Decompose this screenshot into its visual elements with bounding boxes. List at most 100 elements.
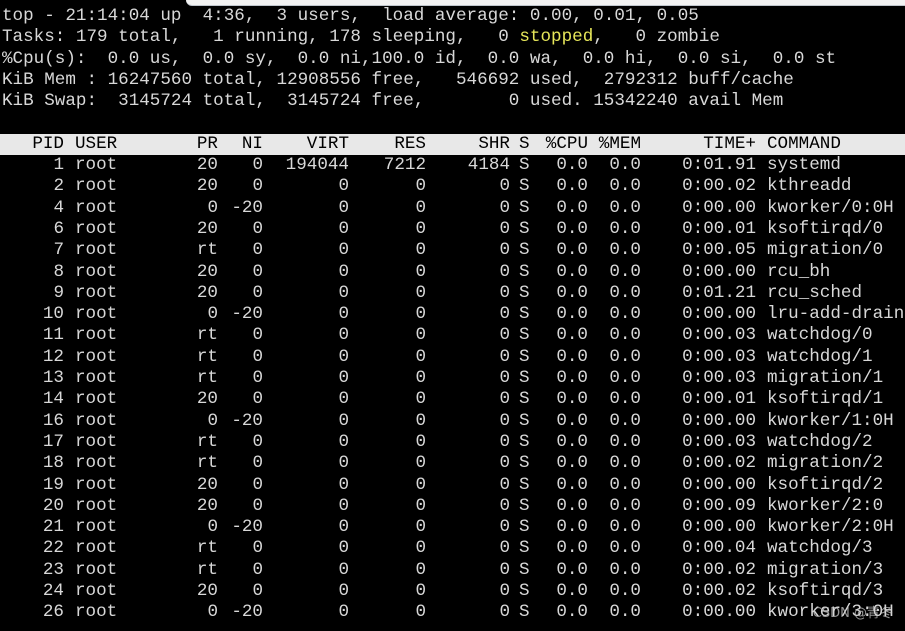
cell-pid: 1 xyxy=(53,155,64,176)
cell-mem: 0.0 xyxy=(609,495,641,516)
cell-time: 0:00.00 xyxy=(682,474,756,495)
cell-cpu: 0.0 xyxy=(556,474,588,495)
table-row: 26 root 0 -20 0 0 0 S 0.0 0.0 0:00.00 kworker/3:0H xyxy=(2,602,905,623)
cell-pid: 7 xyxy=(53,240,64,261)
cell-pr: 0 xyxy=(207,602,218,623)
table-row: 2 root 20 0 0 0 0 S 0.0 0.0 0:00.02 kthreadd xyxy=(2,176,905,197)
cell-pid: 24 xyxy=(42,581,64,602)
cell-ni: 0 xyxy=(252,346,263,367)
cell-cpu: 0.0 xyxy=(556,517,588,538)
table-row: 12 root rt 0 0 0 0 S 0.0 0.0 0:00.03 watchdog/1 xyxy=(2,347,905,368)
cell-user: root xyxy=(75,602,118,623)
table-row: 22 root rt 0 0 0 0 S 0.0 0.0 0:00.04 watchdog/3 xyxy=(2,538,905,559)
cell-time: 0:00.03 xyxy=(682,368,756,389)
table-row: 19 root 20 0 0 0 0 S 0.0 0.0 0:00.00 ksoftirqd/2 xyxy=(2,475,905,496)
cell-pr: 20 xyxy=(196,282,218,303)
cell-ni: 0 xyxy=(252,282,263,303)
cell-cpu: 0.0 xyxy=(556,538,588,559)
swap-line: KiB Swap: 3145724 total, 3145724 free, 0… xyxy=(2,91,784,112)
cell-cpu: 0.0 xyxy=(556,453,588,474)
cell-state: S xyxy=(519,346,530,367)
cell-shr: 0 xyxy=(499,240,510,261)
cell-res: 0 xyxy=(415,410,426,431)
cell-ni: 0 xyxy=(252,389,263,410)
cell-user: root xyxy=(75,495,118,516)
cell-shr: 0 xyxy=(499,474,510,495)
col-pr: PR xyxy=(196,133,218,154)
table-row: 18 root rt 0 0 0 0 S 0.0 0.0 0:00.02 migration/2 xyxy=(2,453,905,474)
col-shr: SHR xyxy=(478,133,510,154)
cell-res: 0 xyxy=(415,559,426,580)
cell-user: root xyxy=(75,453,118,474)
cell-cpu: 0.0 xyxy=(556,368,588,389)
cell-pid: 16 xyxy=(42,410,64,431)
cell-ni: 0 xyxy=(252,155,263,176)
cell-time: 0:00.02 xyxy=(682,581,756,602)
cell-time: 0:00.00 xyxy=(682,197,756,218)
tasks-text: Tasks: 179 total, 1 running, 178 sleepin… xyxy=(2,27,520,48)
cell-cpu: 0.0 xyxy=(556,410,588,431)
cell-user: root xyxy=(75,240,118,261)
cell-shr: 0 xyxy=(499,325,510,346)
cell-mem: 0.0 xyxy=(609,176,641,197)
cell-user: root xyxy=(75,325,118,346)
cell-pid: 6 xyxy=(53,218,64,239)
cell-cpu: 0.0 xyxy=(556,304,588,325)
cell-pid: 14 xyxy=(42,389,64,410)
cell-mem: 0.0 xyxy=(609,240,641,261)
cell-mem: 0.0 xyxy=(609,282,641,303)
cell-ni: -20 xyxy=(231,304,263,325)
cell-ni: 0 xyxy=(252,474,263,495)
cell-pid: 11 xyxy=(42,325,64,346)
cell-time: 0:01.91 xyxy=(682,155,756,176)
cell-res: 0 xyxy=(415,240,426,261)
cell-mem: 0.0 xyxy=(609,559,641,580)
cell-ni: 0 xyxy=(252,559,263,580)
col-state: S xyxy=(519,133,530,154)
cell-res: 0 xyxy=(415,581,426,602)
cell-state: S xyxy=(519,261,530,282)
cell-mem: 0.0 xyxy=(609,155,641,176)
cell-res: 0 xyxy=(415,176,426,197)
cell-ni: 0 xyxy=(252,176,263,197)
cell-time: 0:00.02 xyxy=(682,453,756,474)
cell-virt: 0 xyxy=(338,431,349,452)
cell-pr: 20 xyxy=(196,581,218,602)
cell-virt: 0 xyxy=(338,325,349,346)
cell-command: systemd xyxy=(767,155,841,176)
cell-pr: 0 xyxy=(207,410,218,431)
cell-state: S xyxy=(519,240,530,261)
cell-ni: -20 xyxy=(231,410,263,431)
cell-command: kworker/2:0 xyxy=(767,495,884,516)
cell-pr: 20 xyxy=(196,261,218,282)
cell-shr: 0 xyxy=(499,218,510,239)
cell-ni: 0 xyxy=(252,325,263,346)
cell-pr: 20 xyxy=(196,474,218,495)
cell-user: root xyxy=(75,559,118,580)
cell-res: 0 xyxy=(415,197,426,218)
cell-virt: 194044 xyxy=(285,155,349,176)
cell-user: root xyxy=(75,304,118,325)
stopped-label: stopped xyxy=(519,27,594,48)
cell-res: 0 xyxy=(415,346,426,367)
cell-virt: 0 xyxy=(338,581,349,602)
cell-command: rcu_bh xyxy=(767,261,831,282)
cell-pr: rt xyxy=(196,240,218,261)
table-row: 8 root 20 0 0 0 0 S 0.0 0.0 0:00.00 rcu_bh xyxy=(2,262,905,283)
cell-mem: 0.0 xyxy=(609,581,641,602)
cell-pr: 20 xyxy=(196,389,218,410)
cell-time: 0:00.03 xyxy=(682,346,756,367)
cell-pid: 13 xyxy=(42,368,64,389)
cell-pr: rt xyxy=(196,325,218,346)
cell-state: S xyxy=(519,495,530,516)
table-row: 1 root 20 0 194044 7212 4184 S 0.0 0.0 0:01.91 syst… xyxy=(2,155,905,176)
cell-virt: 0 xyxy=(338,282,349,303)
cell-command: migration/1 xyxy=(767,368,884,389)
cell-state: S xyxy=(519,368,530,389)
cell-pid: 26 xyxy=(42,602,64,623)
cell-mem: 0.0 xyxy=(609,431,641,452)
cell-mem: 0.0 xyxy=(609,197,641,218)
cell-command: migration/0 xyxy=(767,240,884,261)
cell-state: S xyxy=(519,602,530,623)
cell-ni: 0 xyxy=(252,368,263,389)
